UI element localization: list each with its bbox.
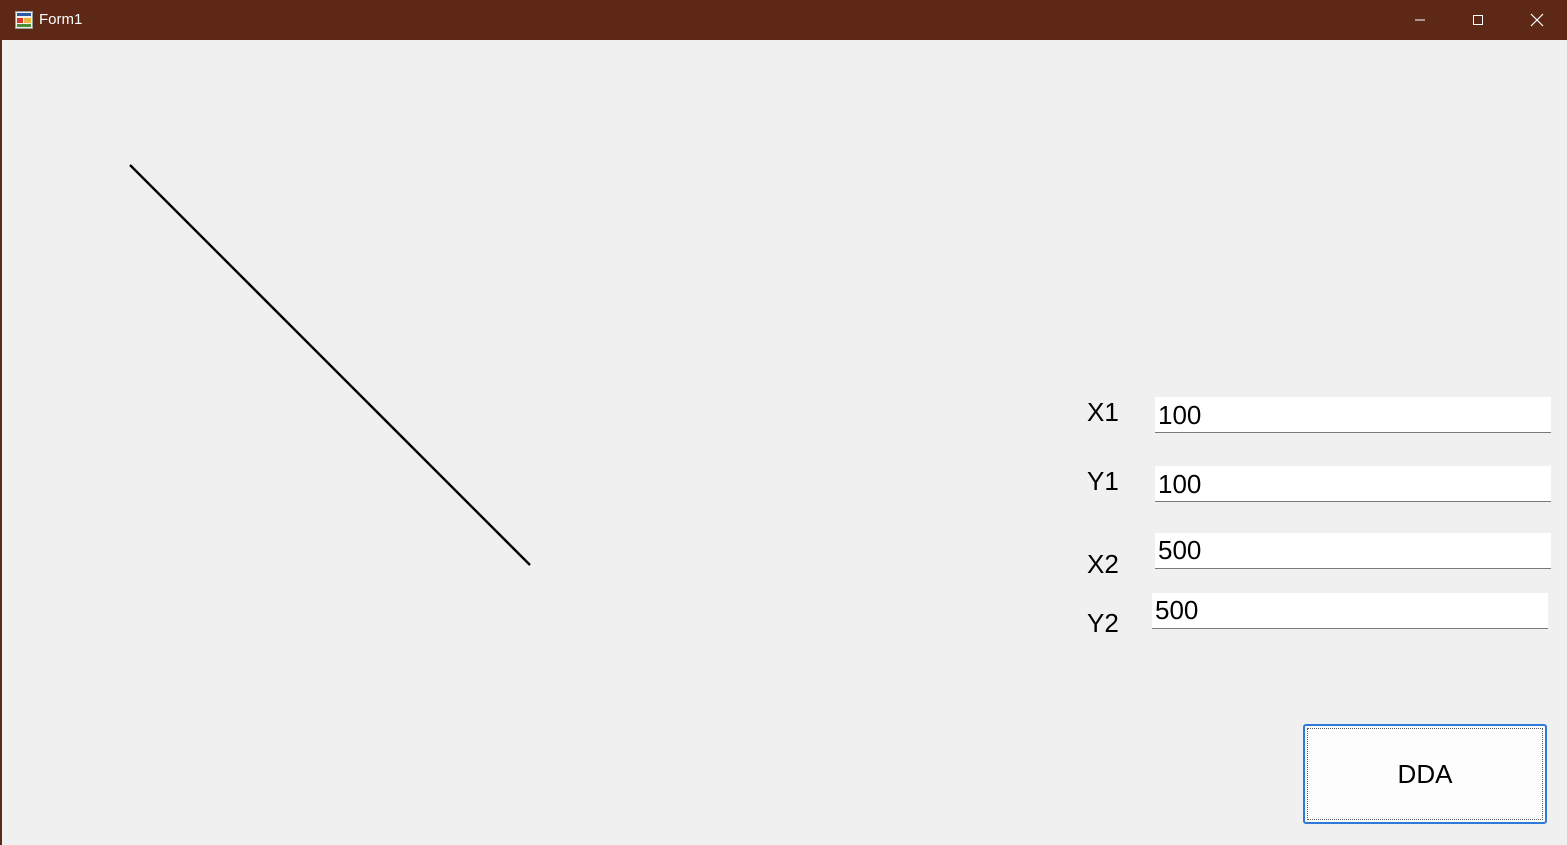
maximize-icon <box>1473 15 1483 25</box>
window-title: Form1 <box>39 11 83 28</box>
drawing-canvas <box>129 164 531 566</box>
y2-label: Y2 <box>1087 608 1119 638</box>
close-button[interactable] <box>1508 0 1566 40</box>
x2-label: X2 <box>1087 549 1119 579</box>
y1-label: Y1 <box>1087 466 1119 496</box>
close-icon <box>1530 13 1544 27</box>
dda-button[interactable]: DDA <box>1303 724 1547 824</box>
app-form-icon <box>15 11 33 29</box>
title-bar[interactable]: Form1 <box>2 0 1567 40</box>
y1-input[interactable] <box>1155 466 1551 502</box>
x1-label: X1 <box>1087 397 1119 427</box>
y2-input[interactable] <box>1152 593 1548 629</box>
x1-input[interactable] <box>1155 397 1551 433</box>
minimize-icon <box>1415 19 1425 21</box>
dda-button-label: DDA <box>1397 758 1453 789</box>
maximize-button[interactable] <box>1449 0 1507 40</box>
app-window: Form1 X1 Y1 X2 Y2 <box>0 0 1567 845</box>
form-client-area: X1 Y1 X2 Y2 DDA <box>2 40 1567 845</box>
dda-line <box>129 164 531 566</box>
minimize-button[interactable] <box>1391 0 1449 40</box>
x2-input[interactable] <box>1155 533 1551 569</box>
